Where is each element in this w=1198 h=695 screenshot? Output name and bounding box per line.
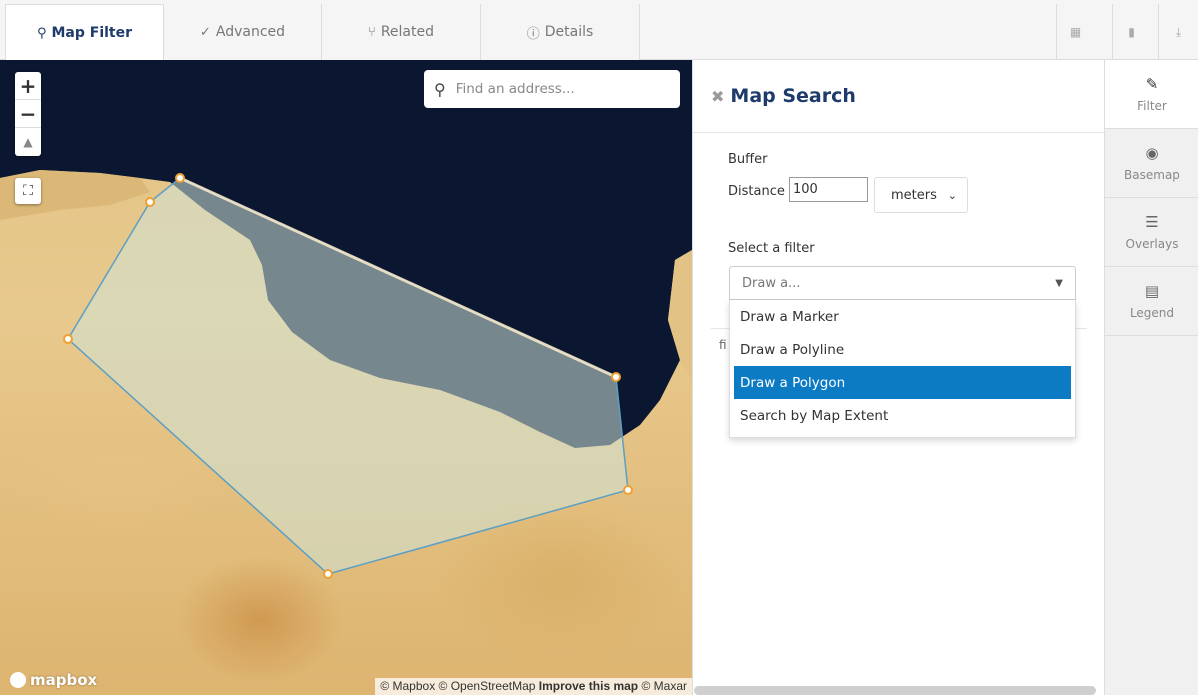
zoom-in-button[interactable]: + — [15, 72, 41, 100]
sidebar-item-basemap[interactable]: ◉ Basemap — [1105, 129, 1198, 198]
option-draw-polyline[interactable]: Draw a Polyline — [734, 333, 1071, 366]
filter-select[interactable]: Draw a... ▼ — [729, 266, 1076, 300]
attribution-osm-link[interactable]: © OpenStreetMap — [439, 679, 536, 693]
chevron-down-icon: ⌄ — [947, 188, 957, 202]
sidebar-item-label: Legend — [1129, 306, 1175, 320]
option-draw-polygon[interactable]: Draw a Polygon — [734, 366, 1071, 399]
map-search-panel: ✖ Map Search Buffer Distance 100 meters … — [692, 60, 1105, 695]
zoom-control: + − ▲ — [15, 72, 41, 156]
tab-details[interactable]: ⓘ Details — [481, 4, 640, 60]
caret-down-icon: ▼ — [1055, 277, 1063, 289]
sidebar-item-label: Filter — [1137, 99, 1167, 113]
mapbox-logo[interactable]: mapbox — [10, 671, 97, 689]
sidebar-item-label: Basemap — [1124, 168, 1180, 182]
download-button[interactable]: ⤓ — [1158, 4, 1198, 60]
compass-button[interactable]: ▲ — [15, 128, 41, 156]
select-filter-label: Select a filter — [728, 241, 815, 256]
download-icon: ⤓ — [1175, 24, 1182, 39]
search-icon: ⚲ — [434, 79, 446, 99]
tab-label: Details — [544, 24, 594, 40]
search-placeholder: Find an address... — [455, 81, 575, 97]
map-marker-icon: ⚲ — [36, 25, 47, 41]
filter-select-placeholder: Draw a... — [742, 275, 801, 291]
sidebar-item-overlays[interactable]: ☰ Overlays — [1105, 198, 1198, 267]
pencil-icon: ✎ — [1145, 75, 1159, 93]
buffer-label: Buffer — [728, 152, 768, 167]
polygon-vertex[interactable] — [145, 197, 155, 207]
attribution-maxar-link[interactable]: © Maxar — [641, 679, 687, 693]
tab-label: Advanced — [215, 24, 286, 40]
polygon-vertex[interactable] — [323, 569, 333, 579]
tab-advanced[interactable]: ✓ Advanced — [164, 4, 322, 60]
app-window: ⚲ Map Filter ✓ Advanced ⑂ Related ⓘ Deta… — [0, 0, 1198, 695]
close-icon[interactable]: ✖ — [711, 87, 724, 106]
unit-value: meters — [891, 187, 937, 203]
sidebar-item-filter[interactable]: ✎ Filter — [1105, 60, 1198, 129]
option-draw-marker[interactable]: Draw a Marker — [734, 300, 1071, 333]
check-circle-icon: ✓ — [199, 24, 211, 40]
tab-label: Map Filter — [51, 25, 133, 41]
bookmark-icon: ▮ — [1128, 25, 1135, 39]
zoom-out-button[interactable]: − — [15, 100, 41, 128]
calendar-icon: ▦ — [1069, 25, 1082, 39]
address-search-input[interactable]: ⚲ Find an address... — [424, 70, 680, 108]
option-search-map-extent[interactable]: Search by Map Extent — [734, 399, 1071, 432]
tab-map-filter[interactable]: ⚲ Map Filter — [5, 4, 164, 61]
mapbox-logo-text: mapbox — [30, 671, 98, 689]
fullscreen-icon: ⛶ — [23, 183, 33, 199]
map-canvas[interactable]: + − ▲ ⛶ ⚲ Find an address... mapbox © Ma… — [0, 60, 692, 695]
globe-icon: ◉ — [1145, 144, 1159, 162]
top-tab-bar: ⚲ Map Filter ✓ Advanced ⑂ Related ⓘ Deta… — [0, 0, 1198, 61]
bookmark-button[interactable]: ▮ — [1112, 4, 1150, 60]
distance-input[interactable]: 100 — [789, 177, 868, 202]
unit-select[interactable]: meters ⌄ — [874, 177, 968, 213]
map-imagery — [0, 60, 692, 579]
obscured-text: fi — [719, 338, 727, 352]
improve-map-link[interactable]: Improve this map — [539, 679, 638, 693]
polygon-vertex[interactable] — [175, 173, 185, 183]
sidebar-item-legend[interactable]: ▤ Legend — [1105, 267, 1198, 336]
panel-title: Map Search — [730, 85, 856, 107]
distance-label: Distance — [728, 184, 785, 199]
fullscreen-button[interactable]: ⛶ — [15, 178, 41, 204]
right-sidebar: ✎ Filter ◉ Basemap ☰ Overlays ▤ Legend — [1104, 60, 1198, 695]
info-icon: ⓘ — [526, 26, 540, 42]
polygon-vertex[interactable] — [623, 485, 633, 495]
polygon-vertex[interactable] — [611, 372, 621, 382]
attribution-mapbox-link[interactable]: © Mapbox — [380, 679, 435, 693]
horizontal-scrollbar[interactable] — [694, 686, 1096, 695]
tab-related[interactable]: ⑂ Related — [322, 4, 481, 60]
list-icon: ☰ — [1145, 213, 1159, 231]
panel-header: ✖ Map Search — [693, 60, 1105, 133]
polygon-vertex[interactable] — [63, 334, 73, 344]
map-attribution: © Mapbox © OpenStreetMap Improve this ma… — [375, 678, 692, 695]
calendar-button[interactable]: ▦ — [1056, 4, 1094, 60]
mapbox-logo-icon — [10, 672, 26, 688]
tab-label: Related — [380, 24, 434, 40]
fork-icon: ⑂ — [368, 24, 376, 40]
sidebar-item-label: Overlays — [1125, 237, 1179, 251]
legend-icon: ▤ — [1144, 282, 1160, 300]
filter-dropdown: Draw a Marker Draw a Polyline Draw a Pol… — [729, 300, 1076, 438]
